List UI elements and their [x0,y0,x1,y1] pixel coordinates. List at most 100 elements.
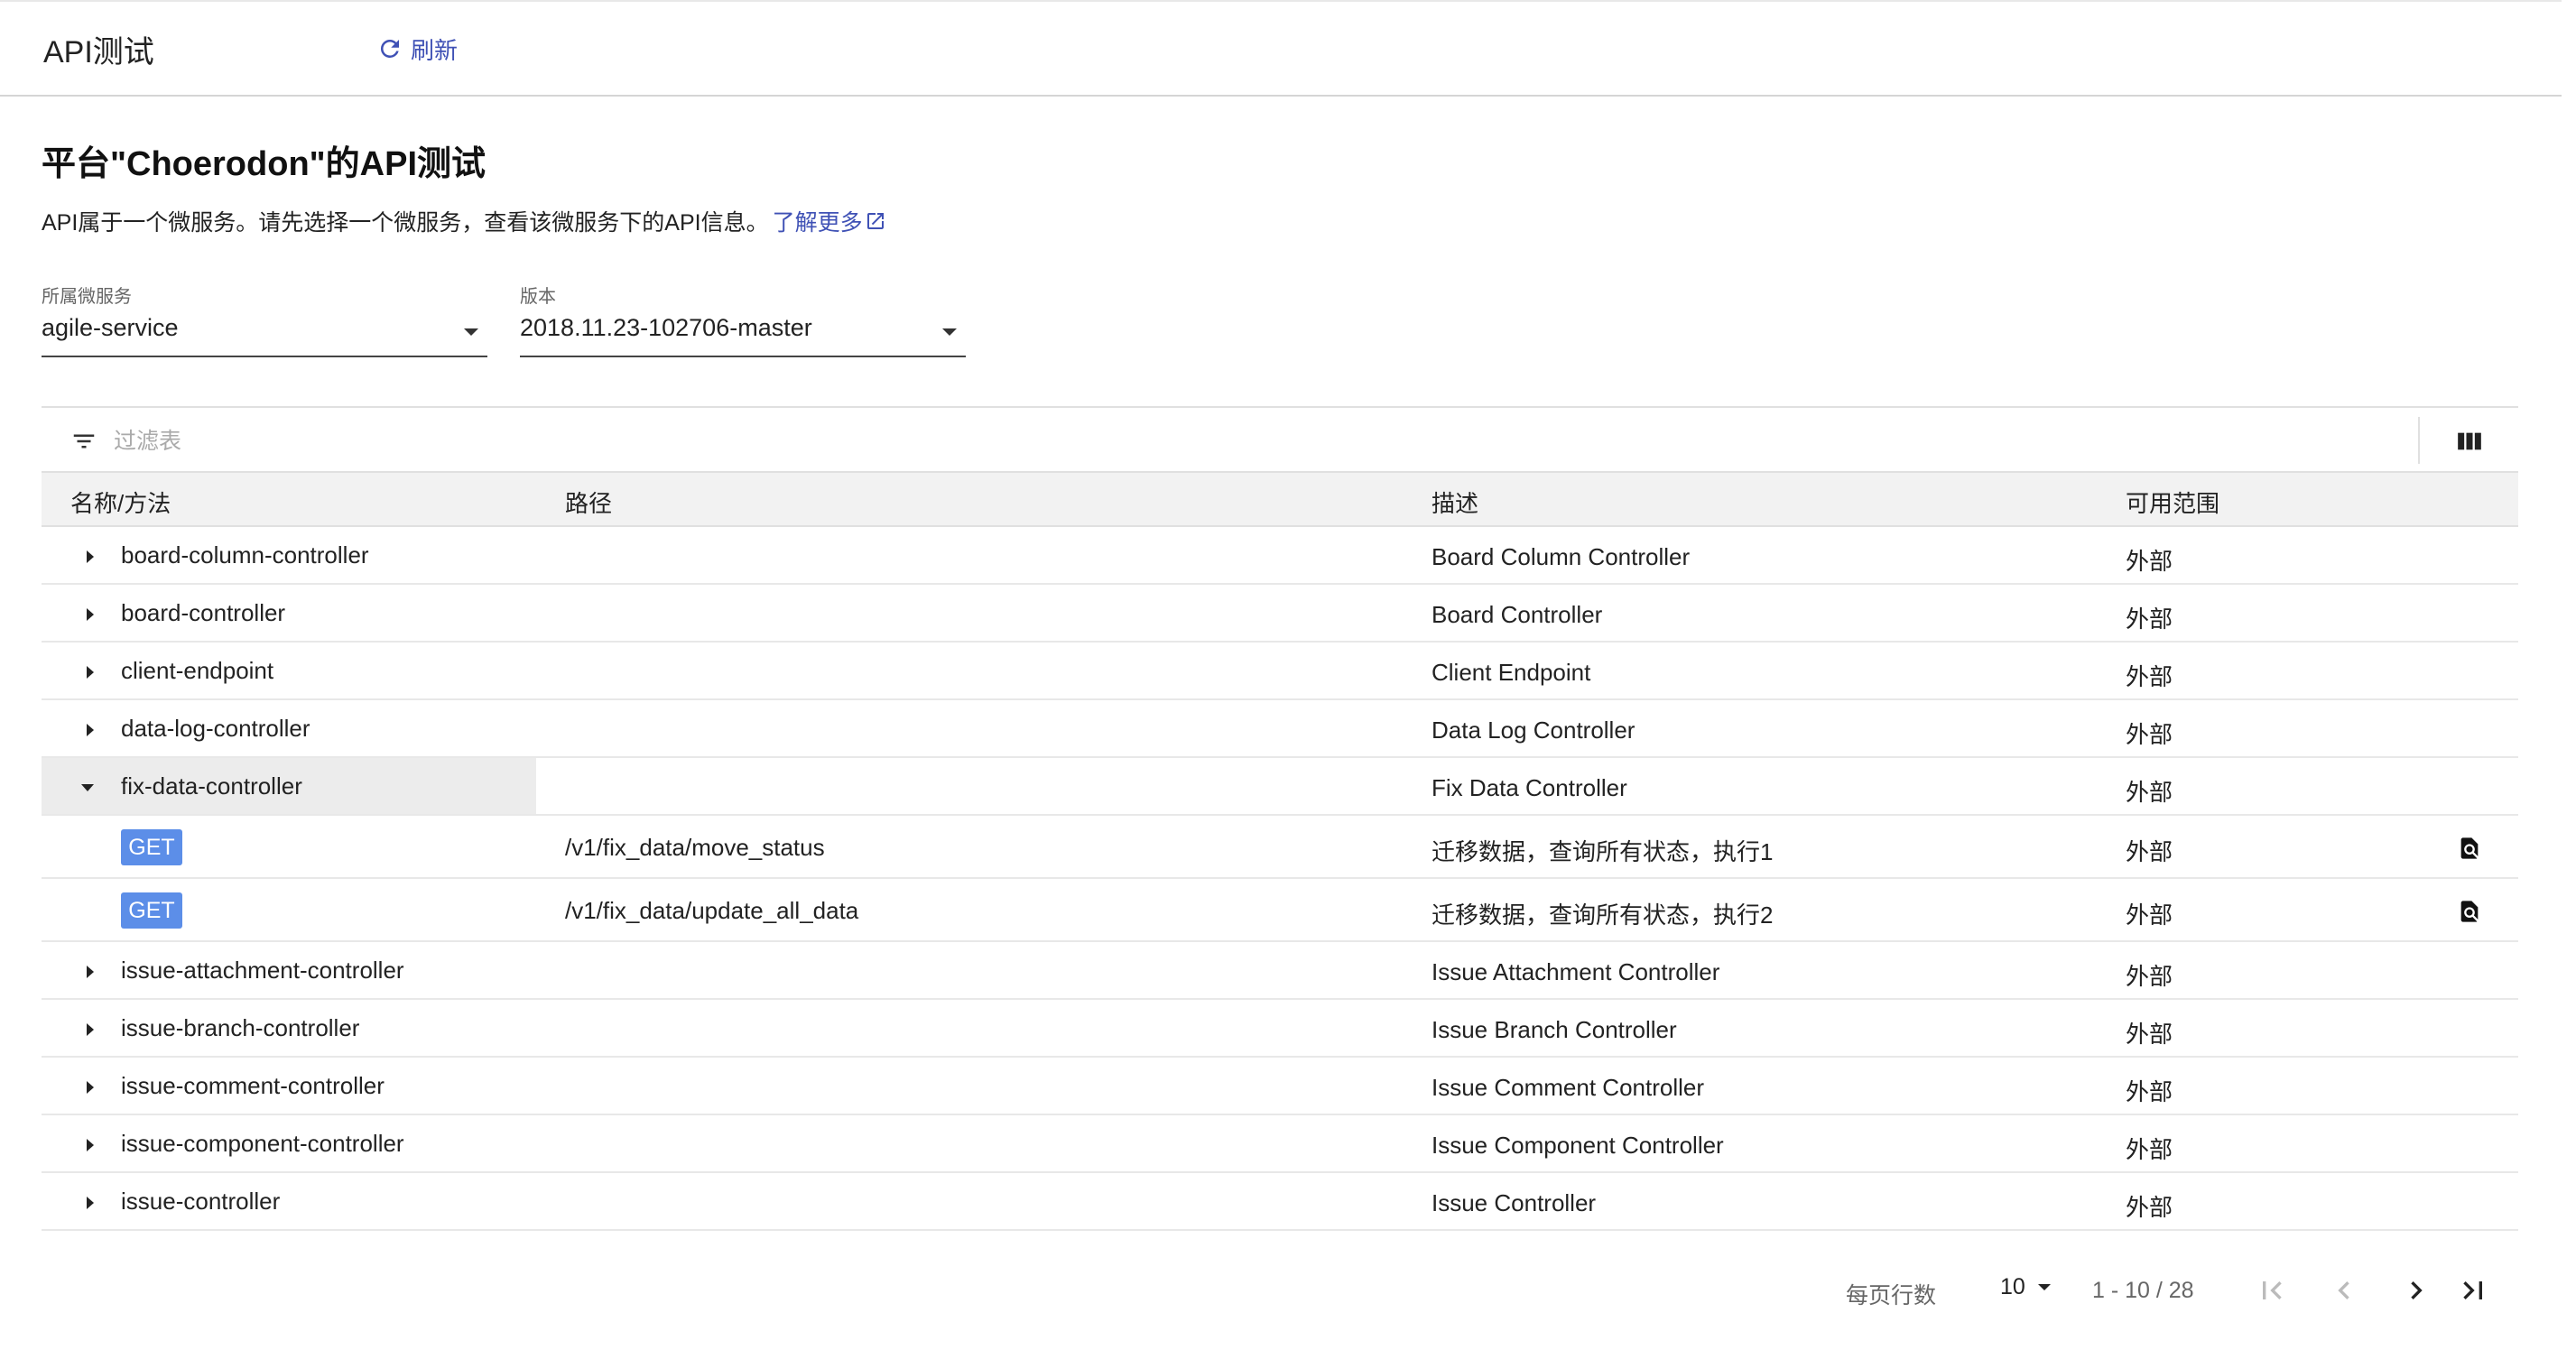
controller-name: data-log-controller [121,715,310,742]
caret-right-icon[interactable] [87,966,94,978]
open-in-new-icon [866,213,884,229]
caret-right-icon[interactable] [87,666,94,679]
caret-right-icon[interactable] [87,1023,94,1036]
row-scope: 外部 [2126,838,2173,865]
table-row: board-controller Board Controller 外部 [42,585,2518,643]
row-description: Board Column Controller [1432,543,1691,570]
row-expander[interactable] [42,585,536,641]
controller-name: issue-controller [121,1188,281,1215]
row-scope: 外部 [2126,1194,2173,1221]
refresh-icon [380,39,399,58]
pagination: 每页行数 10 1 - 10 / 28 [0,1256,2576,1308]
learn-more-link[interactable]: 了解更多 [773,205,886,237]
controller-name: issue-branch-controller [121,1014,360,1041]
next-page-button[interactable] [2398,1272,2434,1308]
table-row: issue-component-controller Issue Compone… [42,1115,2518,1173]
api-path: /v1/fix_data/update_all_data [565,897,859,924]
service-select[interactable]: 所属微服务 agile-service [42,282,487,357]
row-description: Issue Comment Controller [1432,1074,1704,1101]
controller-name: issue-comment-controller [121,1072,385,1099]
table-row-expanded: fix-data-controller Fix Data Controller … [42,758,2518,816]
controller-name: board-controller [121,599,286,626]
row-expander[interactable] [42,643,536,698]
controller-name: client-endpoint [121,657,274,684]
table-row: issue-branch-controller Issue Branch Con… [42,1000,2518,1058]
table-row: issue-attachment-controller Issue Attach… [42,942,2518,1000]
row-description: Issue Component Controller [1432,1132,1724,1159]
rows-per-page-select[interactable]: 10 [2000,1274,2051,1300]
row-scope: 外部 [2126,606,2173,633]
row-description: 迁移数据，查询所有状态，执行1 [1432,838,1774,865]
row-description: Data Log Controller [1432,716,1635,744]
api-table: 名称/方法 路径 描述 可用范围 board-column-controller… [42,406,2518,1231]
table-filter-bar [42,406,2518,473]
table-row: client-endpoint Client Endpoint 外部 [42,643,2518,700]
row-scope: 外部 [2126,963,2173,990]
column-header-description[interactable]: 描述 [1432,485,1478,519]
rows-per-page-label: 每页行数 [1846,1283,1937,1308]
chevron-right-icon [2411,1281,2423,1299]
version-select-value: 2018.11.23-102706-master [520,314,812,341]
last-page-icon [2463,1281,2482,1299]
row-scope: 外部 [2126,1021,2173,1048]
chevron-down-icon [464,328,478,336]
page-range: 1 - 10 / 28 [2092,1278,2194,1303]
caret-right-icon[interactable] [87,550,94,563]
page-title: 平台"Choerodon"的API测试 [42,145,486,183]
caret-right-icon[interactable] [87,1197,94,1209]
page-name: API测试 [43,35,154,69]
row-description: Client Endpoint [1432,659,1591,686]
table-row: issue-controller Issue Controller 外部 [42,1173,2518,1231]
first-page-button[interactable] [2254,1272,2290,1308]
view-column-icon[interactable] [2457,430,2482,453]
row-expander[interactable] [42,1173,536,1229]
refresh-button[interactable]: 刷新 [376,29,458,69]
controller-name: board-column-controller [121,541,369,569]
row-scope: 外部 [2126,548,2173,575]
last-page-button[interactable] [2455,1272,2491,1308]
api-path: /v1/fix_data/move_status [565,834,825,861]
rows-per-page-value: 10 [2000,1274,2025,1299]
row-scope: 外部 [2126,721,2173,748]
caret-right-icon[interactable] [87,1139,94,1151]
first-page-icon [2263,1281,2282,1299]
column-header-scope[interactable]: 可用范围 [2126,485,2219,519]
table-row: data-log-controller Data Log Controller … [42,700,2518,758]
row-description: Issue Controller [1432,1189,1597,1216]
http-method-badge: GET [121,829,182,865]
find-in-page-icon[interactable] [2457,899,2482,924]
method-row: GET /v1/fix_data/move_status 迁移数据，查询所有状态… [42,816,2518,879]
caret-down-icon[interactable] [81,784,94,791]
chevron-down-icon [942,328,957,336]
version-select[interactable]: 版本 2018.11.23-102706-master [520,282,966,357]
caret-right-icon[interactable] [87,724,94,736]
caret-right-icon[interactable] [87,1081,94,1094]
previous-page-button[interactable] [2326,1272,2362,1308]
controller-name: fix-data-controller [121,772,302,800]
row-scope: 外部 [2126,663,2173,690]
method-row: GET /v1/fix_data/update_all_data 迁移数据，查询… [42,879,2518,942]
row-description: Fix Data Controller [1432,774,1627,801]
caret-right-icon[interactable] [87,608,94,621]
top-header: API测试 刷新 [0,0,2562,97]
row-scope: 外部 [2126,779,2173,806]
row-description: Issue Branch Controller [1432,1016,1677,1043]
table-filter-input[interactable] [114,424,2370,458]
column-header-path[interactable]: 路径 [565,485,612,519]
learn-more-label: 了解更多 [772,210,863,236]
row-description: Issue Attachment Controller [1432,958,1720,985]
filter-list-icon [73,434,95,448]
row-description: Board Controller [1432,601,1603,628]
controller-name: issue-component-controller [121,1130,404,1157]
find-in-page-icon[interactable] [2457,836,2482,861]
row-scope: 外部 [2126,1136,2173,1163]
filter-divider [2418,417,2420,464]
controller-name: issue-attachment-controller [121,957,404,984]
version-select-label: 版本 [520,287,556,307]
row-scope: 外部 [2126,901,2173,929]
description-text: API属于一个微服务。请先选择一个微服务，查看该微服务下的API信息。 [42,210,769,236]
column-header-name[interactable]: 名称/方法 [70,485,171,519]
table-header: 名称/方法 路径 描述 可用范围 [42,473,2518,527]
row-description: 迁移数据，查询所有状态，执行2 [1432,901,1774,929]
chevron-left-icon [2338,1281,2349,1299]
